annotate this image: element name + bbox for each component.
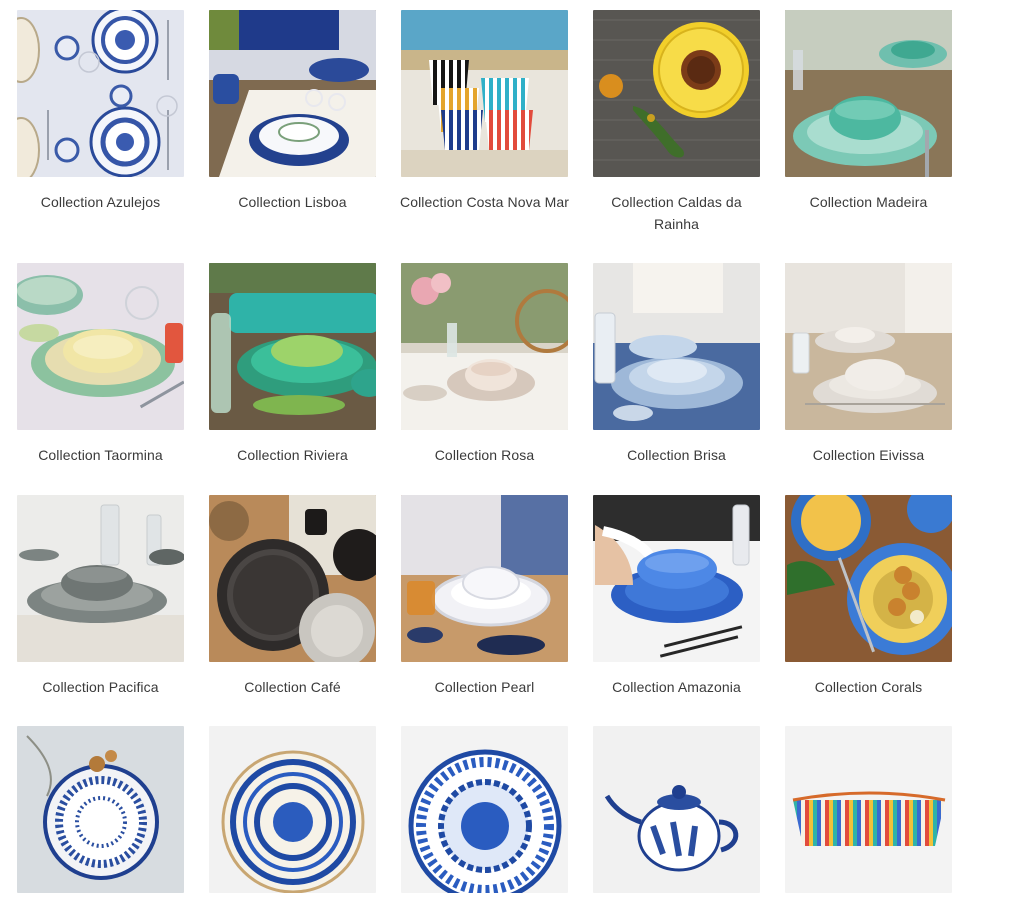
blue-ring-plate-photo[interactable] bbox=[209, 726, 376, 893]
collection-label[interactable]: Collection Rosa bbox=[397, 444, 572, 466]
cafe-plates-photo[interactable] bbox=[209, 495, 376, 662]
collection-card-madeira[interactable]: Collection Madeira bbox=[785, 10, 952, 213]
collection-label[interactable]: Collection Corals bbox=[781, 676, 956, 698]
collection-label[interactable]: Collection Riviera bbox=[205, 444, 380, 466]
collection-label[interactable]: Collection Eivissa bbox=[781, 444, 956, 466]
collection-card-azulejos[interactable]: Collection Azulejos bbox=[17, 10, 184, 213]
collection-card-brisa[interactable]: Collection Brisa bbox=[593, 263, 760, 466]
eivissa-table-photo[interactable] bbox=[785, 263, 952, 430]
collection-label[interactable]: Collection Café bbox=[205, 676, 380, 698]
collection-card-row4-5[interactable] bbox=[785, 726, 952, 907]
collection-label[interactable]: Collection Taormina bbox=[13, 444, 188, 466]
rosa-table-photo[interactable] bbox=[401, 263, 568, 430]
collection-card-corals[interactable]: Collection Corals bbox=[785, 495, 952, 698]
collection-card-row4-2[interactable] bbox=[209, 726, 376, 907]
madeira-bowls-photo[interactable] bbox=[785, 10, 952, 177]
collection-card-rosa[interactable]: Collection Rosa bbox=[401, 263, 568, 466]
pacifica-plates-photo[interactable] bbox=[17, 495, 184, 662]
collection-card-lisboa[interactable]: Collection Lisboa bbox=[209, 10, 376, 213]
collection-label[interactable]: Collection Lisboa bbox=[205, 191, 380, 213]
collection-card-eivissa[interactable]: Collection Eivissa bbox=[785, 263, 952, 466]
amazonia-plates-photo[interactable] bbox=[593, 495, 760, 662]
collection-card-caldas-da-rainha[interactable]: Collection Caldas da Rainha bbox=[593, 10, 760, 235]
collection-card-row4-3[interactable] bbox=[401, 726, 568, 907]
teapot-photo[interactable] bbox=[593, 726, 760, 893]
riviera-plates-photo[interactable] bbox=[209, 263, 376, 430]
pearl-plates-photo[interactable] bbox=[401, 495, 568, 662]
collection-label[interactable]: Collection Costa Nova Mar bbox=[397, 191, 572, 213]
collection-label[interactable]: Collection Amazonia bbox=[589, 676, 764, 698]
taormina-plates-photo[interactable] bbox=[17, 263, 184, 430]
collection-label[interactable]: Collection Pacifica bbox=[13, 676, 188, 698]
collection-card-pearl[interactable]: Collection Pearl bbox=[401, 495, 568, 698]
collection-card-pacifica[interactable]: Collection Pacifica bbox=[17, 495, 184, 698]
collection-card-costa-nova-mar[interactable]: Collection Costa Nova Mar bbox=[400, 10, 569, 213]
striped-mugs-photo[interactable] bbox=[401, 10, 568, 177]
collection-card-amazonia[interactable]: Collection Amazonia bbox=[593, 495, 760, 698]
striped-basket-photo[interactable] bbox=[785, 726, 952, 893]
azulejos-plates-photo[interactable] bbox=[17, 10, 184, 177]
lisboa-table-photo[interactable] bbox=[209, 10, 376, 177]
collection-card-cafe[interactable]: Collection Café bbox=[209, 495, 376, 698]
blue-floral-plate-photo[interactable] bbox=[401, 726, 568, 893]
collection-label[interactable]: Collection Madeira bbox=[781, 191, 956, 213]
sunflower-plate-photo[interactable] bbox=[593, 10, 760, 177]
corals-plates-photo[interactable] bbox=[785, 495, 952, 662]
collection-label[interactable]: Collection Pearl bbox=[397, 676, 572, 698]
collection-card-riviera[interactable]: Collection Riviera bbox=[209, 263, 376, 466]
collection-card-row4-4[interactable] bbox=[593, 726, 760, 907]
brisa-table-photo[interactable] bbox=[593, 263, 760, 430]
blue-pattern-plate-photo[interactable] bbox=[17, 726, 184, 893]
collection-card-row4-1[interactable] bbox=[17, 726, 184, 907]
collection-label[interactable]: Collection Caldas da Rainha bbox=[589, 191, 764, 235]
collection-label[interactable]: Collection Brisa bbox=[589, 444, 764, 466]
collection-card-taormina[interactable]: Collection Taormina bbox=[17, 263, 184, 466]
collection-label[interactable]: Collection Azulejos bbox=[13, 191, 188, 213]
